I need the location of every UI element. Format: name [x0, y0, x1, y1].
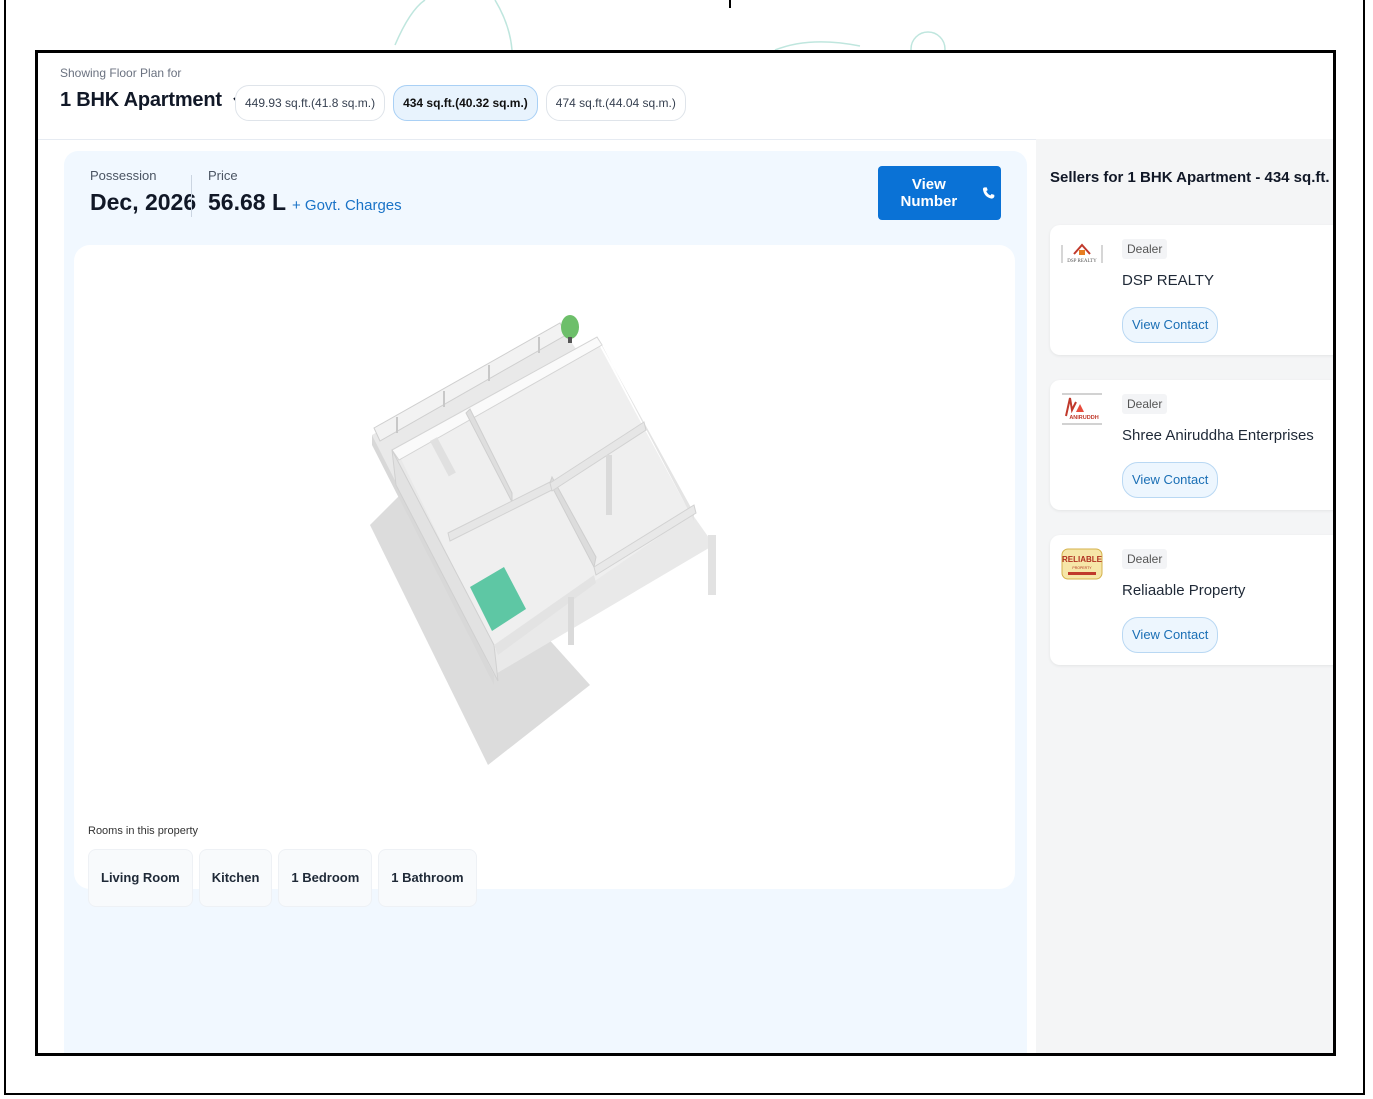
frame-divider	[729, 0, 731, 8]
svg-text:PROPERTY: PROPERTY	[1072, 566, 1092, 570]
seller-card-shree-aniruddha: ANIRUDDH Dealer Shree Aniruddha Enterpri…	[1050, 380, 1333, 510]
room-chip-bathroom[interactable]: 1 Bathroom	[378, 849, 477, 907]
aniruddha-logo: ANIRUDDH	[1061, 393, 1103, 425]
floor-plan-modal: Showing Floor Plan for 1 BHK Apartment 4…	[35, 50, 1336, 1056]
size-chip-449[interactable]: 449.93 sq.ft.(41.8 sq.m.)	[235, 85, 386, 121]
phone-icon	[982, 187, 995, 199]
seller-name: DSP REALTY	[1122, 272, 1214, 289]
floor-plan-panel: Possession Dec, 2026 Price 56.68 L + Gov…	[64, 151, 1027, 1053]
seller-name: Reliaable Property	[1122, 582, 1246, 599]
rooms-list: Living Room Kitchen 1 Bedroom 1 Bathroom	[88, 849, 477, 907]
summary-divider	[191, 175, 192, 217]
possession-label: Possession	[90, 168, 157, 183]
govt-charges-link[interactable]: + Govt. Charges	[292, 197, 402, 214]
dealer-badge: Dealer	[1122, 394, 1168, 414]
room-chip-kitchen[interactable]: Kitchen	[198, 849, 273, 907]
floor-plan-header: Showing Floor Plan for 1 BHK Apartment 4…	[38, 53, 1333, 140]
dealer-badge: Dealer	[1122, 549, 1168, 569]
showing-floor-plan-label: Showing Floor Plan for	[60, 66, 182, 80]
view-number-label: View Number	[900, 176, 958, 210]
size-chip-434[interactable]: 434 sq.ft.(40.32 sq.m.)	[393, 85, 538, 121]
rooms-section-label: Rooms in this property	[88, 825, 199, 837]
dsp-realty-logo: DSP REALTY	[1061, 238, 1103, 270]
view-contact-button[interactable]: View Contact	[1122, 617, 1219, 653]
view-contact-button[interactable]: View Contact	[1122, 462, 1219, 498]
size-chip-474[interactable]: 474 sq.ft.(44.04 sq.m.)	[545, 85, 686, 121]
configuration-title: 1 BHK Apartment	[60, 89, 222, 111]
price-value: 56.68 L	[208, 189, 286, 215]
seller-card-reliaable-property: RELIABLE PROPERTY Dealer Reliaable Prope…	[1050, 535, 1333, 665]
room-chip-living-room[interactable]: Living Room	[88, 849, 193, 907]
floor-plan-3d-view[interactable]: Rooms in this property Living Room Kitch…	[74, 245, 1015, 907]
price-label: Price	[208, 168, 238, 183]
view-contact-button[interactable]: View Contact	[1122, 307, 1219, 343]
seller-card-dsp-realty: DSP REALTY Dealer DSP REALTY View Contac…	[1050, 225, 1333, 355]
price-row: 56.68 L + Govt. Charges	[208, 189, 402, 216]
sellers-panel: Sellers for 1 BHK Apartment - 434 sq.ft.…	[1036, 139, 1333, 1053]
seller-name: Shree Aniruddha Enterprises	[1122, 427, 1314, 444]
svg-text:RELIABLE: RELIABLE	[1062, 555, 1103, 564]
floor-plan-illustration	[370, 315, 716, 765]
svg-text:ANIRUDDH: ANIRUDDH	[1069, 415, 1098, 421]
reliaable-logo: RELIABLE PROPERTY	[1061, 548, 1103, 580]
size-options: 449.93 sq.ft.(41.8 sq.m.) 434 sq.ft.(40.…	[235, 85, 686, 121]
svg-text:DSP REALTY: DSP REALTY	[1067, 259, 1097, 264]
sellers-title: Sellers for 1 BHK Apartment - 434 sq.ft.	[1050, 169, 1330, 186]
view-number-button[interactable]: View Number	[878, 166, 1001, 220]
possession-value: Dec, 2026	[90, 189, 197, 215]
room-chip-bedroom[interactable]: 1 Bedroom	[278, 849, 373, 907]
dealer-badge: Dealer	[1122, 239, 1168, 259]
configuration-dropdown[interactable]: 1 BHK Apartment	[60, 89, 246, 112]
